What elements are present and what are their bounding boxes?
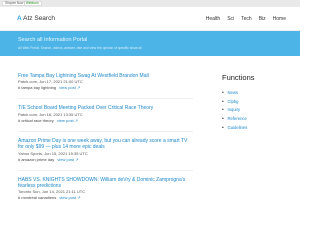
article-item: Free Tampa Bay Lightning Swag At Westfie…: [18, 73, 193, 90]
hero-description: All Web Portal, Search, videos, answer, …: [18, 46, 142, 50]
notice-text: Shopee Now: [5, 1, 24, 5]
sidebar-heading: Functions: [222, 73, 255, 82]
nav-item-sci[interactable]: Sci: [227, 16, 234, 22]
article-item: T/E School Board Meeting Packed Over Cri…: [18, 105, 193, 122]
divider: [18, 98, 193, 100]
sidebar-item-reference[interactable]: Reference: [222, 115, 292, 124]
nav-item-health[interactable]: Health: [206, 16, 220, 22]
view-post-link[interactable]: view post ↗: [57, 118, 78, 123]
view-post-link[interactable]: view post ↗: [59, 85, 80, 90]
external-link-icon: ↗: [74, 117, 79, 123]
divider: [18, 169, 193, 171]
functions-sidebar: Functions News Clpbg Inquiry Reference G…: [222, 73, 292, 133]
sidebar-item-news[interactable]: News: [222, 89, 292, 98]
sidebar-item-clpbg[interactable]: Clpbg: [222, 98, 292, 107]
article-item: HABS VS. KNIGHTS SHOWDOWN: William deVry…: [18, 177, 193, 201]
article-tag[interactable]: # montreal canadiens: [18, 195, 56, 200]
hero-title: Search all Information Portal: [18, 37, 88, 43]
site-logo[interactable]: A Atz Search: [17, 15, 55, 22]
notice-link[interactable]: Webtoon: [26, 1, 39, 5]
nav-item-tech[interactable]: Tech: [241, 16, 252, 22]
view-post-link[interactable]: view post ↗: [57, 157, 78, 162]
main-nav: Health Sci Tech Biz Home: [206, 16, 286, 22]
article-tag[interactable]: # tampa bay lightning: [18, 85, 56, 90]
article-tag-row: # montreal canadiens view post ↗: [18, 195, 193, 200]
article-tag-row: # amazon prime day view post ↗: [18, 157, 193, 162]
sidebar-item-inquiry[interactable]: Inquiry: [222, 106, 292, 115]
article-tag-row: # critical race theory view post ↗: [18, 118, 193, 123]
logo-text: Atz Search: [23, 15, 55, 22]
article-tag-row: # tampa bay lightning view post ↗: [18, 85, 193, 90]
article-headline[interactable]: HABS VS. KNIGHTS SHOWDOWN: William deVry…: [18, 177, 193, 190]
external-link-icon: ↗: [76, 85, 81, 91]
nav-item-biz[interactable]: Biz: [259, 16, 266, 22]
site-header: A Atz Search Health Sci Tech Biz Home: [0, 7, 300, 31]
external-link-icon: ↗: [77, 195, 81, 201]
article-item: Amazon Prime Day is one week away, but y…: [18, 138, 193, 162]
view-post-link[interactable]: view post ↗: [59, 195, 80, 200]
top-notice-bar: Shopee Now | Webtoon: [0, 0, 300, 7]
divider: [18, 130, 193, 132]
article-tag[interactable]: # amazon prime day: [18, 157, 54, 162]
article-list: Free Tampa Bay Lightning Swag At Westfie…: [18, 73, 193, 208]
sidebar-list: News Clpbg Inquiry Reference Guidelines: [222, 89, 292, 133]
sidebar-item-guidelines[interactable]: Guidelines: [222, 124, 292, 133]
hero-banner: Search all Information Portal All Web Po…: [0, 31, 300, 56]
logo-mark-icon: A: [17, 15, 22, 22]
notice-pill[interactable]: Shopee Now | Webtoon: [2, 1, 42, 6]
external-link-icon: ↗: [75, 156, 79, 162]
article-headline[interactable]: Amazon Prime Day is one week away, but y…: [18, 138, 193, 151]
nav-item-home[interactable]: Home: [273, 16, 286, 22]
article-tag[interactable]: # critical race theory: [18, 118, 54, 123]
